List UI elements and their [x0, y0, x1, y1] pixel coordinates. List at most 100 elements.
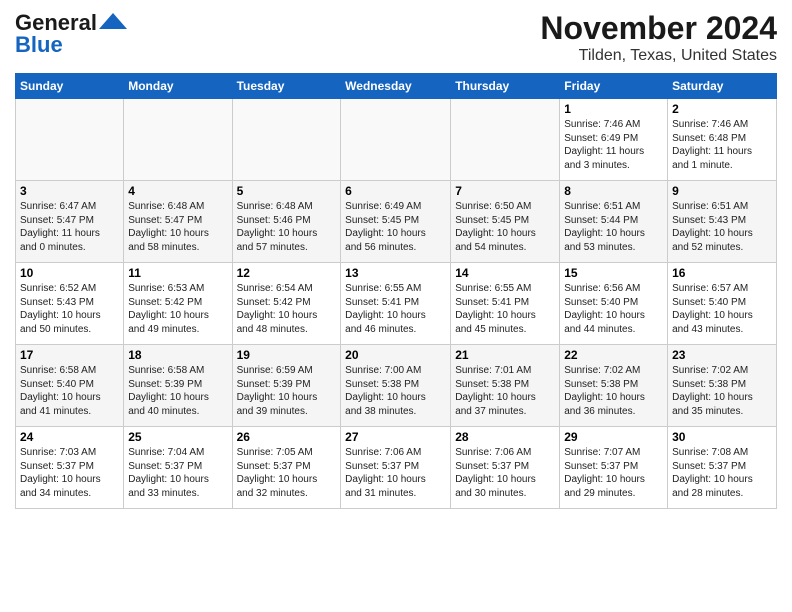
day-info: Sunrise: 6:47 AM Sunset: 5:47 PM Dayligh…: [20, 200, 119, 254]
col-thursday: Thursday: [451, 74, 560, 99]
calendar-cell: 12 Sunrise: 6:54 AM Sunset: 5:42 PM Dayli…: [232, 263, 341, 345]
calendar-cell: 4 Sunrise: 6:48 AM Sunset: 5:47 PM Daylig…: [124, 181, 232, 263]
calendar-week-0: 1 Sunrise: 7:46 AM Sunset: 6:49 PM Daylig…: [16, 99, 777, 181]
day-number: 12: [237, 266, 337, 280]
calendar-cell: 5 Sunrise: 6:48 AM Sunset: 5:46 PM Daylig…: [232, 181, 341, 263]
day-number: 3: [20, 184, 119, 198]
calendar-cell: 30Sunrise: 7:08 AM Sunset: 5:37 PM Dayli…: [668, 427, 777, 509]
calendar-cell: 1 Sunrise: 7:46 AM Sunset: 6:49 PM Daylig…: [560, 99, 668, 181]
day-info: Sunrise: 6:55 AM Sunset: 5:41 PM Dayligh…: [455, 282, 555, 336]
day-info: Sunrise: 6:51 AM Sunset: 5:43 PM Dayligh…: [672, 200, 772, 254]
calendar-week-2: 10 Sunrise: 6:52 AM Sunset: 5:43 PM Dayli…: [16, 263, 777, 345]
calendar-cell: 7 Sunrise: 6:50 AM Sunset: 5:45 PM Daylig…: [451, 181, 560, 263]
col-monday: Monday: [124, 74, 232, 99]
col-sunday: Sunday: [16, 74, 124, 99]
calendar-cell: 20 Sunrise: 7:00 AM Sunset: 5:38 PM Dayli…: [341, 345, 451, 427]
calendar-cell: 8 Sunrise: 6:51 AM Sunset: 5:44 PM Daylig…: [560, 181, 668, 263]
calendar-body: 1 Sunrise: 7:46 AM Sunset: 6:49 PM Daylig…: [16, 99, 777, 509]
day-number: 21: [455, 348, 555, 362]
logo: General Blue: [15, 10, 127, 58]
calendar-cell: [124, 99, 232, 181]
day-info: Sunrise: 6:50 AM Sunset: 5:45 PM Dayligh…: [455, 200, 555, 254]
day-number: 29: [564, 430, 663, 444]
day-info: Sunrise: 7:01 AM Sunset: 5:38 PM Dayligh…: [455, 364, 555, 418]
title-area: November 2024 Tilden, Texas, United Stat…: [540, 10, 777, 65]
calendar-cell: 19 Sunrise: 6:59 AM Sunset: 5:39 PM Dayli…: [232, 345, 341, 427]
day-number: 7: [455, 184, 555, 198]
calendar-cell: 29 Sunrise: 7:07 AM Sunset: 5:37 PM Dayli…: [560, 427, 668, 509]
calendar-week-1: 3 Sunrise: 6:47 AM Sunset: 5:47 PM Daylig…: [16, 181, 777, 263]
day-number: 18: [128, 348, 227, 362]
day-number: 16: [672, 266, 772, 280]
calendar-cell: [16, 99, 124, 181]
calendar-cell: 3 Sunrise: 6:47 AM Sunset: 5:47 PM Daylig…: [16, 181, 124, 263]
calendar-cell: 16 Sunrise: 6:57 AM Sunset: 5:40 PM Dayli…: [668, 263, 777, 345]
calendar-cell: 6 Sunrise: 6:49 AM Sunset: 5:45 PM Daylig…: [341, 181, 451, 263]
day-info: Sunrise: 7:03 AM Sunset: 5:37 PM Dayligh…: [20, 446, 119, 500]
calendar-cell: 18 Sunrise: 6:58 AM Sunset: 5:39 PM Dayli…: [124, 345, 232, 427]
day-info: Sunrise: 6:52 AM Sunset: 5:43 PM Dayligh…: [20, 282, 119, 336]
day-info: Sunrise: 7:08 AM Sunset: 5:37 PM Dayligh…: [672, 446, 772, 500]
day-info: Sunrise: 7:06 AM Sunset: 5:37 PM Dayligh…: [345, 446, 446, 500]
day-info: Sunrise: 7:06 AM Sunset: 5:37 PM Dayligh…: [455, 446, 555, 500]
day-info: Sunrise: 7:46 AM Sunset: 6:49 PM Dayligh…: [564, 118, 663, 172]
calendar-cell: 10 Sunrise: 6:52 AM Sunset: 5:43 PM Dayli…: [16, 263, 124, 345]
day-info: Sunrise: 6:55 AM Sunset: 5:41 PM Dayligh…: [345, 282, 446, 336]
day-info: Sunrise: 6:59 AM Sunset: 5:39 PM Dayligh…: [237, 364, 337, 418]
day-info: Sunrise: 7:05 AM Sunset: 5:37 PM Dayligh…: [237, 446, 337, 500]
calendar-cell: 24 Sunrise: 7:03 AM Sunset: 5:37 PM Dayli…: [16, 427, 124, 509]
day-number: 2: [672, 102, 772, 116]
day-info: Sunrise: 6:49 AM Sunset: 5:45 PM Dayligh…: [345, 200, 446, 254]
day-info: Sunrise: 6:51 AM Sunset: 5:44 PM Dayligh…: [564, 200, 663, 254]
day-number: 10: [20, 266, 119, 280]
calendar-table: Sunday Monday Tuesday Wednesday Thursday…: [15, 73, 777, 509]
calendar-week-3: 17Sunrise: 6:58 AM Sunset: 5:40 PM Dayli…: [16, 345, 777, 427]
calendar-cell: 13Sunrise: 6:55 AM Sunset: 5:41 PM Dayli…: [341, 263, 451, 345]
day-number: 15: [564, 266, 663, 280]
page-container: General Blue November 2024 Tilden, Texas…: [0, 0, 792, 514]
calendar-cell: 17Sunrise: 6:58 AM Sunset: 5:40 PM Dayli…: [16, 345, 124, 427]
logo-blue: Blue: [15, 32, 63, 58]
calendar-cell: 28Sunrise: 7:06 AM Sunset: 5:37 PM Dayli…: [451, 427, 560, 509]
calendar-week-4: 24 Sunrise: 7:03 AM Sunset: 5:37 PM Dayli…: [16, 427, 777, 509]
logo-icon: [99, 11, 127, 31]
day-info: Sunrise: 6:58 AM Sunset: 5:39 PM Dayligh…: [128, 364, 227, 418]
day-number: 24: [20, 430, 119, 444]
calendar-cell: 14 Sunrise: 6:55 AM Sunset: 5:41 PM Dayli…: [451, 263, 560, 345]
month-year-title: November 2024: [540, 10, 777, 47]
day-number: 4: [128, 184, 227, 198]
day-info: Sunrise: 7:00 AM Sunset: 5:38 PM Dayligh…: [345, 364, 446, 418]
day-number: 26: [237, 430, 337, 444]
day-info: Sunrise: 6:48 AM Sunset: 5:46 PM Dayligh…: [237, 200, 337, 254]
location-subtitle: Tilden, Texas, United States: [540, 47, 777, 65]
day-info: Sunrise: 6:58 AM Sunset: 5:40 PM Dayligh…: [20, 364, 119, 418]
day-number: 6: [345, 184, 446, 198]
day-info: Sunrise: 7:07 AM Sunset: 5:37 PM Dayligh…: [564, 446, 663, 500]
day-info: Sunrise: 6:57 AM Sunset: 5:40 PM Dayligh…: [672, 282, 772, 336]
day-number: 5: [237, 184, 337, 198]
day-info: Sunrise: 7:04 AM Sunset: 5:37 PM Dayligh…: [128, 446, 227, 500]
day-number: 8: [564, 184, 663, 198]
calendar-cell: 2Sunrise: 7:46 AM Sunset: 6:48 PM Daylig…: [668, 99, 777, 181]
day-number: 20: [345, 348, 446, 362]
calendar-header-row: Sunday Monday Tuesday Wednesday Thursday…: [16, 74, 777, 99]
col-friday: Friday: [560, 74, 668, 99]
day-info: Sunrise: 6:54 AM Sunset: 5:42 PM Dayligh…: [237, 282, 337, 336]
col-tuesday: Tuesday: [232, 74, 341, 99]
day-number: 25: [128, 430, 227, 444]
day-info: Sunrise: 6:48 AM Sunset: 5:47 PM Dayligh…: [128, 200, 227, 254]
day-number: 27: [345, 430, 446, 444]
day-number: 14: [455, 266, 555, 280]
day-info: Sunrise: 6:56 AM Sunset: 5:40 PM Dayligh…: [564, 282, 663, 336]
day-number: 23: [672, 348, 772, 362]
col-wednesday: Wednesday: [341, 74, 451, 99]
calendar-cell: 9Sunrise: 6:51 AM Sunset: 5:43 PM Daylig…: [668, 181, 777, 263]
day-number: 1: [564, 102, 663, 116]
calendar-cell: 15 Sunrise: 6:56 AM Sunset: 5:40 PM Dayli…: [560, 263, 668, 345]
calendar-cell: [341, 99, 451, 181]
calendar-cell: 26 Sunrise: 7:05 AM Sunset: 5:37 PM Dayli…: [232, 427, 341, 509]
calendar-cell: 11Sunrise: 6:53 AM Sunset: 5:42 PM Dayli…: [124, 263, 232, 345]
day-number: 19: [237, 348, 337, 362]
calendar-cell: 22Sunrise: 7:02 AM Sunset: 5:38 PM Dayli…: [560, 345, 668, 427]
header: General Blue November 2024 Tilden, Texas…: [15, 10, 777, 65]
